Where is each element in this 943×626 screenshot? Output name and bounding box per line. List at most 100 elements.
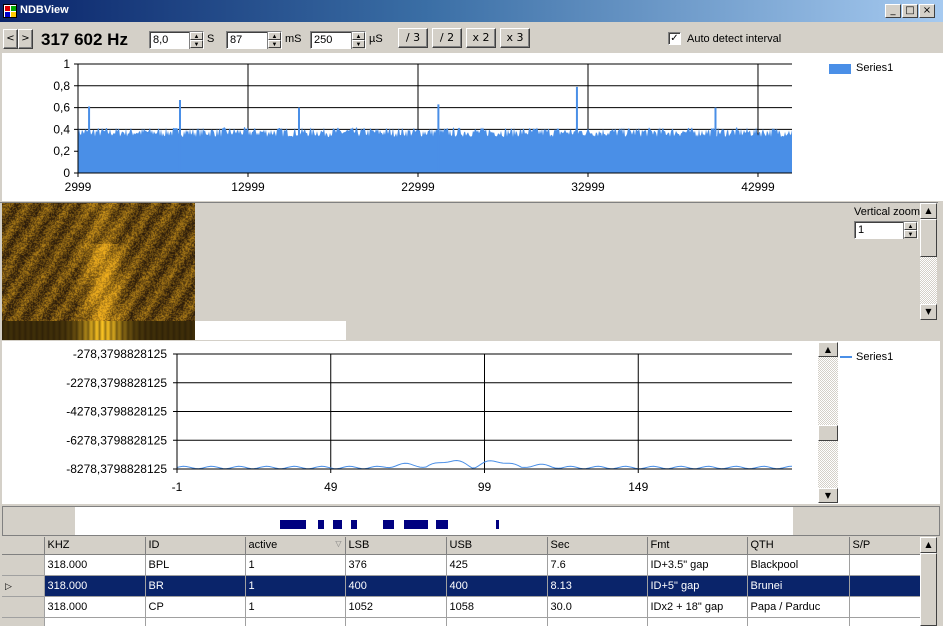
waterfall-scroll-down[interactable]: ▼ (920, 304, 937, 320)
us-spinner[interactable]: ▲ ▼ (351, 32, 365, 49)
table-cell[interactable] (547, 617, 648, 626)
legend-label-series1-b: Series1 (856, 351, 894, 363)
vertical-zoom-label: Vertical zoom (854, 206, 921, 218)
sort-arrow-icon: ▽ (335, 539, 342, 549)
correlation-scroll-thumb[interactable] (818, 425, 838, 441)
morse-dot (318, 520, 324, 529)
table-cell[interactable] (446, 617, 548, 626)
morse-dot (436, 520, 448, 529)
table-cell[interactable]: IDx2 + 18" gap (647, 596, 748, 618)
table-cell[interactable]: BPL (145, 554, 246, 576)
table-cell[interactable] (245, 617, 346, 626)
column-header[interactable]: active ▽ (245, 537, 346, 555)
column-header[interactable]: KHZ (44, 537, 146, 555)
table-cell[interactable] (44, 617, 146, 626)
vertical-zoom-spinner[interactable]: ▲ ▼ (903, 222, 917, 239)
correlation-scroll-down[interactable]: ▼ (818, 488, 838, 503)
prev-button[interactable]: < (3, 29, 18, 49)
table-cell[interactable]: Blackpool (747, 554, 850, 576)
table-cell[interactable]: 318.000 (44, 596, 146, 618)
table-cell[interactable] (345, 617, 447, 626)
column-header[interactable]: LSB (345, 537, 447, 555)
table-cell[interactable]: 1 (245, 575, 346, 597)
spectrum-chart-panel: 1 0,8 0,6 0,4 0,2 0 2999 12999 22999 32999 42999 (2, 53, 940, 201)
y-tick-label: -278,3798828125 (73, 347, 167, 361)
table-cell[interactable]: 30.0 (547, 596, 648, 618)
y-tick-label: -4278,3798828125 (66, 405, 167, 419)
ms-spinner[interactable]: ▲ ▼ (267, 32, 281, 49)
x-tick-label: 42999 (741, 180, 775, 194)
row-header[interactable] (2, 596, 45, 618)
legend-label-series1: Series1 (856, 62, 894, 74)
morse-dash (404, 520, 428, 529)
x-tick-label: 32999 (571, 180, 605, 194)
table-row[interactable]: 318.000 CP 1 1052 1058 30.0 IDx2 + 18" gap Papa… (2, 596, 936, 618)
column-header[interactable]: USB (446, 537, 548, 555)
correlation-scrollbar[interactable] (818, 342, 838, 503)
table-cell[interactable]: Brunei (747, 575, 850, 597)
table-cell[interactable]: CP (145, 596, 246, 618)
table-cell[interactable]: 1 (245, 596, 346, 618)
table-row[interactable]: 318.000 BPL 1 376 425 7.6 ID+3.5" gap Blackpool (2, 554, 936, 576)
table-cell[interactable]: Papa / Parduc (747, 596, 850, 618)
seconds-spinner[interactable]: ▲ ▼ (189, 32, 203, 49)
table-cell[interactable] (145, 617, 246, 626)
legend-swatch-series1 (829, 64, 851, 74)
column-header[interactable]: Fmt (647, 537, 748, 555)
frequency-display: 317 602 Hz (41, 30, 128, 49)
waterfall-image (2, 203, 195, 321)
grid-scroll-thumb[interactable] (920, 553, 937, 626)
column-header-label: active (248, 539, 278, 552)
table-cell[interactable]: ID+3.5" gap (647, 554, 748, 576)
table-cell[interactable]: 1 (245, 554, 346, 576)
table-cell[interactable]: 318.000 (44, 575, 146, 597)
row-header[interactable] (2, 617, 45, 626)
table-cell[interactable]: 1058 (446, 596, 548, 618)
y-tick-label: 1 (63, 57, 70, 71)
table-cell[interactable]: 425 (446, 554, 548, 576)
table-row[interactable]: ▷ 318.000 BR 1 400 400 8.13 ID+5" gap Brunei (2, 575, 936, 597)
column-header[interactable]: ID (145, 537, 246, 555)
divide-3-button[interactable]: / 3 (398, 28, 428, 48)
close-button[interactable]: × (919, 4, 935, 18)
grid-corner (2, 537, 45, 555)
table-row[interactable] (2, 617, 936, 626)
seconds-unit: S (207, 33, 215, 45)
maximize-button[interactable]: □ (902, 4, 918, 18)
waterfall-scroll-thumb[interactable] (920, 219, 937, 257)
column-header[interactable]: Sec (547, 537, 648, 555)
legend-line-series1 (840, 356, 852, 358)
table-cell[interactable]: BR (145, 575, 246, 597)
table-cell[interactable]: 8.13 (547, 575, 648, 597)
current-row-icon: ▷ (5, 581, 12, 592)
table-cell[interactable]: 376 (345, 554, 447, 576)
waterfall-scroll-up[interactable]: ▲ (920, 203, 937, 219)
table-cell[interactable]: 318.000 (44, 554, 146, 576)
table-cell[interactable]: 400 (446, 575, 548, 597)
table-cell[interactable]: 1052 (345, 596, 447, 618)
x-tick-label: 49 (324, 480, 338, 494)
auto-detect-checkbox[interactable]: ✓ (668, 32, 681, 45)
table-cell[interactable]: 400 (345, 575, 447, 597)
table-cell[interactable]: ID+5" gap (647, 575, 748, 597)
column-header[interactable]: QTH (747, 537, 850, 555)
divide-2-button[interactable]: / 2 (432, 28, 462, 48)
table-cell[interactable]: 7.6 (547, 554, 648, 576)
y-tick-label: 0,4 (53, 122, 70, 136)
multiply-2-button[interactable]: x 2 (466, 28, 496, 48)
multiply-3-button[interactable]: x 3 (500, 28, 530, 48)
y-tick-label: -8278,3798828125 (66, 462, 167, 476)
correlation-scroll-up[interactable]: ▲ (818, 342, 838, 357)
next-button[interactable]: > (18, 29, 33, 49)
table-cell[interactable] (647, 617, 748, 626)
row-header[interactable] (2, 554, 45, 576)
auto-detect-label: Auto detect interval (687, 33, 782, 45)
morse-display (75, 507, 793, 535)
row-header[interactable]: ▷ (2, 575, 45, 597)
morse-dot (383, 520, 394, 529)
minimize-button[interactable]: _ (885, 4, 901, 18)
table-cell[interactable] (747, 617, 850, 626)
x-tick-label: 99 (478, 480, 492, 494)
grid-scroll-up[interactable]: ▲ (920, 537, 937, 553)
x-tick-label: 2999 (65, 180, 92, 194)
